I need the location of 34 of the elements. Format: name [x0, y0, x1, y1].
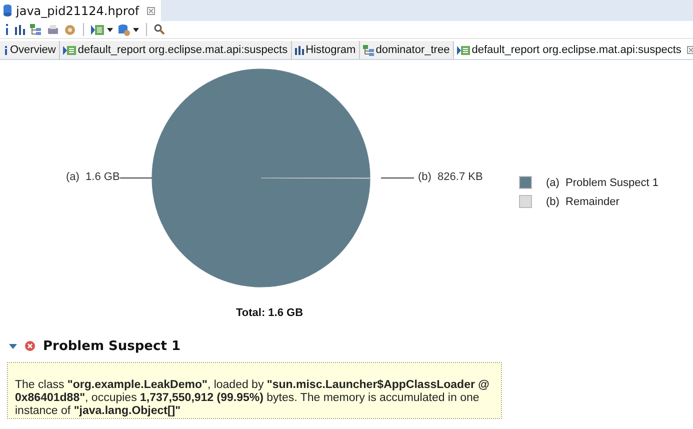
page-tab[interactable]: default_report org.eclipse.mat.api:suspects — [454, 41, 693, 59]
editor-tab[interactable]: java_pid21124.hprof — [0, 0, 162, 21]
description-text: The class "org.example.LeakDemo", loaded by "sun.misc.Launcher$AppClassLoader @ 0x86401d88", occupies 1,737,550,912 (99.95%) bytes. The memory is accumulated in one instance of "java.lang.Object[]" — [15, 379, 490, 418]
dropdown-arrow-icon[interactable] — [133, 28, 139, 32]
section-title: Problem Suspect 1 — [43, 338, 180, 354]
close-icon[interactable] — [687, 46, 693, 54]
report-icon — [456, 44, 470, 56]
collapse-arrow-icon[interactable] — [9, 344, 17, 348]
legend-swatch — [519, 176, 532, 189]
page-tab[interactable]: default_report org.eclipse.mat.api:suspects — [60, 41, 292, 59]
slice-label: (b) 826.7 KB — [418, 171, 483, 183]
tree-icon — [362, 44, 374, 56]
chart-total: Total: 1.6 GB — [236, 307, 304, 319]
printer-icon[interactable] — [47, 24, 59, 36]
tree-icon[interactable] — [30, 24, 42, 36]
legend-swatch — [519, 195, 532, 208]
database-icon[interactable] — [118, 24, 130, 36]
dropdown-arrow-icon[interactable] — [107, 28, 113, 32]
legend-label: (a) Problem Suspect 1 — [546, 176, 658, 188]
info-icon — [4, 46, 8, 54]
slice-label: (a) 1.6 GB — [66, 171, 120, 183]
search-icon[interactable] — [154, 24, 165, 35]
page-tab[interactable]: Histogram — [292, 41, 360, 59]
close-icon[interactable] — [147, 6, 156, 14]
bar-chart-icon — [294, 46, 304, 54]
bar-chart-icon[interactable] — [15, 24, 25, 34]
page-tab[interactable]: Overview — [0, 41, 60, 59]
legend-label: (b) Remainder — [546, 196, 620, 208]
database-icon — [3, 4, 12, 17]
error-icon — [25, 341, 35, 351]
page-tab[interactable]: dominator_tree — [360, 41, 454, 59]
info-icon[interactable] — [4, 24, 10, 35]
report-icon — [62, 44, 76, 56]
report-icon[interactable] — [91, 24, 104, 36]
